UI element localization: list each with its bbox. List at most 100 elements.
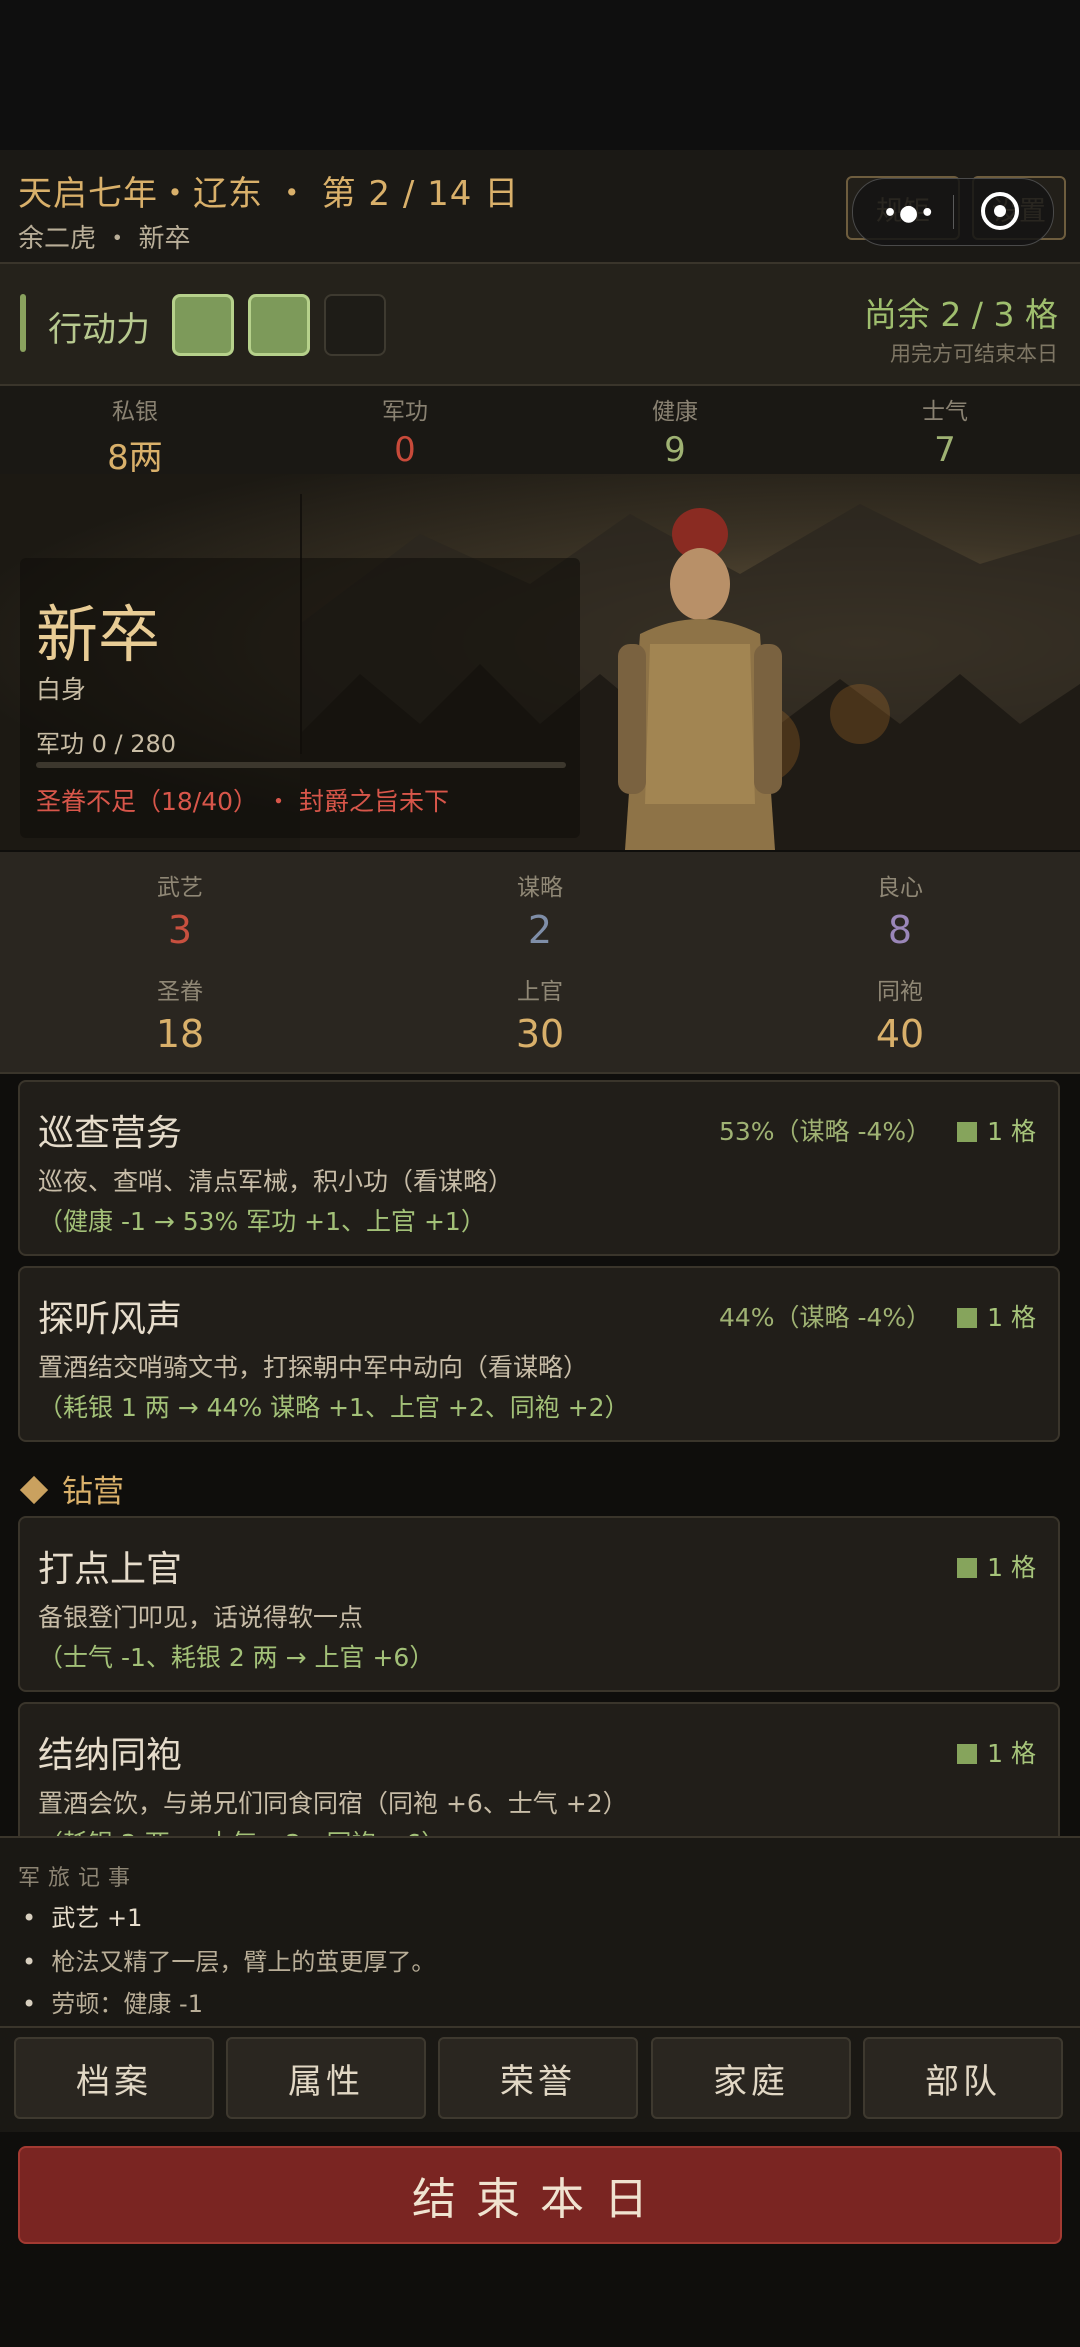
hero-warning: 圣眷不足（18/40） ・ 封爵之旨未下 — [36, 787, 449, 816]
section-title: 钻营 — [62, 1474, 124, 1510]
action-accent-bar — [20, 294, 26, 352]
action-effect: （健康 -1 → 53% 军功 +1、上官 +1） — [38, 1207, 486, 1236]
tab-family[interactable]: 家庭 — [651, 2037, 851, 2119]
action-meta: 53%（谋略 -4%） 1 格 — [719, 1112, 1036, 1148]
resource-value: 9 — [664, 430, 686, 470]
tab-troops[interactable]: 部队 — [863, 2037, 1063, 2119]
action-slot — [248, 294, 310, 356]
capsule-divider — [953, 195, 954, 229]
action-hint: 用完方可结束本日 — [890, 342, 1058, 366]
merit-text: 军功 0 / 280 — [36, 730, 177, 758]
resource-silver: 私银 8两 — [0, 386, 270, 479]
action-slot — [172, 294, 234, 356]
action-effect: （士气 -1、耗银 2 两 → 上官 +6） — [38, 1643, 435, 1672]
merit-progress-bar — [36, 762, 566, 768]
stat-strategy: 谋略 2 — [360, 868, 720, 952]
log-item: • 枪法又精了一层，臂上的茧更厚了。 — [22, 1948, 436, 1976]
action-title: 巡查营务 — [38, 1113, 183, 1154]
bottom-tabs: 档案 属性 荣誉 家庭 部队 — [0, 2026, 1080, 2132]
stat-conscience: 良心 8 — [720, 868, 1080, 952]
resource-value: 8两 — [107, 438, 163, 478]
header: 天启七年・辽东 ・ 第 2 / 14 日 余二虎 ・ 新卒 规矩 设置 •●• — [0, 150, 1080, 264]
success-rate: 44%（谋略 -4%） — [718, 1303, 932, 1332]
stat-comrades: 同袍 40 — [720, 972, 1080, 1056]
miniprogram-capsule: •●• — [852, 178, 1054, 246]
stat-label: 武艺 — [157, 875, 203, 901]
more-icon[interactable]: •●• — [883, 201, 936, 226]
action-remaining: 尚余 2 / 3 格 — [863, 295, 1058, 334]
success-rate: 53%（谋略 -4%） — [718, 1117, 932, 1146]
resource-health: 健康 9 — [540, 386, 810, 470]
log-item: • 武艺 +1 — [22, 1904, 143, 1932]
cost-text: 1 格 — [987, 1553, 1036, 1582]
stats-grid: 武艺 3 谋略 2 良心 8 圣眷 18 上官 30 同袍 40 — [0, 852, 1080, 1074]
action-description: 备银登门叩见，话说得软一点 — [38, 1603, 364, 1632]
log-title: 军旅记事 — [18, 1866, 139, 1891]
cost-text: 1 格 — [987, 1739, 1036, 1768]
close-target-icon[interactable] — [981, 192, 1019, 230]
slot-cost-icon — [957, 1558, 978, 1578]
cost-text: 1 格 — [987, 1117, 1036, 1146]
action-meta: 1 格 — [939, 1548, 1036, 1584]
action-effect: （耗银 1 两 → 44% 谋略 +1、上官 +2、同袍 +2） — [38, 1393, 630, 1422]
cost-text: 1 格 — [987, 1303, 1036, 1332]
resource-morale: 士气 7 — [810, 386, 1080, 470]
stat-value: 2 — [527, 908, 553, 952]
action-cost: 1 格 — [957, 1303, 1036, 1332]
rank-status: 白身 — [36, 675, 87, 704]
action-meta: 44%（谋略 -4%） 1 格 — [719, 1298, 1036, 1334]
slot-cost-icon — [957, 1744, 978, 1764]
action-cost: 1 格 — [957, 1553, 1036, 1582]
action-title: 打点上官 — [38, 1549, 183, 1590]
stat-value: 18 — [155, 1012, 205, 1056]
action-title: 结纳同袍 — [38, 1735, 183, 1776]
resources-row: 私银 8两 军功 0 健康 9 士气 7 — [0, 386, 1080, 478]
status-bar-area — [0, 0, 1080, 150]
action-cost: 1 格 — [957, 1739, 1036, 1768]
stat-superior: 上官 30 — [360, 972, 720, 1056]
diamond-icon — [19, 1475, 49, 1505]
action-meta: 1 格 — [939, 1734, 1036, 1770]
stat-label: 上官 — [517, 979, 563, 1005]
resource-label: 军功 — [382, 399, 428, 425]
stat-label: 圣眷 — [157, 979, 203, 1005]
resource-merit: 军功 0 — [270, 386, 540, 470]
stat-value: 40 — [875, 1012, 925, 1056]
slot-cost-icon — [957, 1122, 978, 1142]
hero-banner: 新卒 白身 军功 0 / 280 圣眷不足（18/40） ・ 封爵之旨未下 — [0, 474, 1080, 850]
resource-label: 士气 — [922, 399, 968, 425]
action-card-scout[interactable]: 探听风声 44%（谋略 -4%） 1 格 置酒结交哨骑文书，打探朝中军中动向（看… — [18, 1266, 1060, 1442]
action-description: 巡夜、查哨、清点军械，积小功（看谋略） — [38, 1167, 514, 1196]
slot-cost-icon — [957, 1308, 978, 1328]
action-description: 置酒结交哨骑文书，打探朝中军中动向（看谋略） — [38, 1353, 589, 1382]
resource-value: 7 — [934, 430, 956, 470]
resource-value: 0 — [394, 430, 416, 470]
tab-honors[interactable]: 荣誉 — [438, 2037, 638, 2119]
action-description: 置酒会饮，与弟兄们同食同宿（同袍 +6、士气 +2） — [38, 1789, 628, 1818]
rank-title: 新卒 — [36, 598, 161, 671]
stat-label: 同袍 — [877, 979, 923, 1005]
tab-records[interactable]: 档案 — [14, 2037, 214, 2119]
page-title: 天启七年・辽东 ・ 第 2 / 14 日 — [18, 174, 520, 214]
event-log: 军旅记事 • 武艺 +1 • 枪法又精了一层，臂上的茧更厚了。 • 劳顿：健康 … — [0, 1836, 1080, 2028]
action-cost: 1 格 — [957, 1117, 1036, 1146]
character-subtitle: 余二虎 ・ 新卒 — [18, 224, 191, 254]
stat-martial: 武艺 3 — [0, 868, 360, 952]
stat-value: 3 — [167, 908, 193, 952]
action-card-patrol[interactable]: 巡查营务 53%（谋略 -4%） 1 格 巡夜、查哨、清点军械，积小功（看谋略）… — [18, 1080, 1060, 1256]
action-slot — [324, 294, 386, 356]
stat-value: 30 — [515, 1012, 565, 1056]
action-points-bar: 行动力 尚余 2 / 3 格 用完方可结束本日 — [0, 264, 1080, 386]
stat-label: 良心 — [877, 875, 923, 901]
stat-imperial-favor: 圣眷 18 — [0, 972, 360, 1056]
section-header: 钻营 — [18, 1466, 124, 1511]
stat-value: 8 — [887, 908, 913, 952]
action-title: 探听风声 — [38, 1299, 183, 1340]
tab-attributes[interactable]: 属性 — [226, 2037, 426, 2119]
resource-label: 私银 — [112, 399, 158, 425]
log-item: • 劳顿：健康 -1 — [22, 1990, 203, 2018]
action-points-label: 行动力 — [48, 310, 150, 350]
action-card-bribe-superior[interactable]: 打点上官 1 格 备银登门叩见，话说得软一点 （士气 -1、耗银 2 两 → 上… — [18, 1516, 1060, 1692]
resource-label: 健康 — [652, 399, 698, 425]
end-day-button[interactable]: 结束本日 — [18, 2146, 1062, 2244]
